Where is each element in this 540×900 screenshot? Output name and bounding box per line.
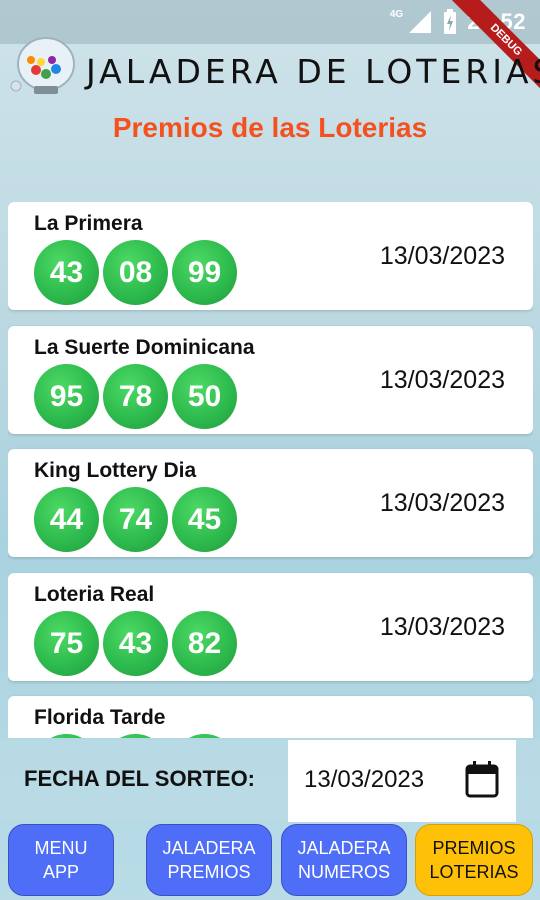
signal-icon <box>409 11 432 33</box>
app-title: JALADERA DE LOTERIAS <box>86 52 540 91</box>
button-label-line1: PREMIOS <box>432 838 516 858</box>
selected-date: 13/03/2023 <box>304 766 425 793</box>
number-ball: 95 <box>34 364 99 429</box>
number-ball: 43 <box>103 611 168 676</box>
number-ball: 99 <box>172 240 237 305</box>
menu-app-button[interactable]: MENU APP <box>8 824 114 896</box>
button-label-line2: APP <box>42 862 80 882</box>
result-card[interactable]: Florida Tarde <box>8 696 533 738</box>
number-ball: 44 <box>34 487 99 552</box>
result-card[interactable]: King Lottery Dia 44 74 45 13/03/2023 <box>8 449 533 557</box>
number-ball <box>172 734 237 738</box>
number-balls: 75 43 82 <box>34 611 237 676</box>
button-label-line1: MENU <box>34 838 88 858</box>
lottery-drum-logo <box>10 37 75 94</box>
result-card[interactable]: La Suerte Dominicana 95 78 50 13/03/2023 <box>8 326 533 434</box>
draw-date: 13/03/2023 <box>379 613 505 641</box>
button-label-line2: LOTERIAS <box>429 862 519 882</box>
jaladera-premios-button[interactable]: JALADERA PREMIOS <box>146 824 272 896</box>
section-title: Premios de las Loterias <box>112 112 428 143</box>
result-card[interactable]: La Primera 43 08 99 13/03/2023 <box>8 202 533 310</box>
battery-charging-icon <box>444 9 457 34</box>
results-list[interactable]: La Primera 43 08 99 13/03/2023 La Suerte… <box>8 202 533 738</box>
number-ball <box>103 734 168 738</box>
number-ball: 74 <box>103 487 168 552</box>
number-ball: 43 <box>34 240 99 305</box>
lottery-name: Loteria Real <box>34 583 155 606</box>
button-label-line1: JALADERA <box>297 838 391 858</box>
draw-date-selector: FECHA DEL SORTEO: 13/03/2023 <box>0 740 540 822</box>
number-ball <box>34 734 99 738</box>
number-ball: 82 <box>172 611 237 676</box>
number-balls: 95 78 50 <box>34 364 237 429</box>
result-card[interactable]: Loteria Real 75 43 82 13/03/2023 <box>8 573 533 681</box>
premios-loterias-button[interactable]: PREMIOS LOTERIAS <box>415 824 533 896</box>
lottery-name: King Lottery Dia <box>34 459 197 482</box>
draw-date-label: FECHA DEL SORTEO: <box>24 766 256 791</box>
number-ball: 78 <box>103 364 168 429</box>
draw-date: 13/03/2023 <box>379 366 505 394</box>
lottery-name: Florida Tarde <box>34 706 166 729</box>
lottery-name: La Suerte Dominicana <box>34 336 255 359</box>
draw-date: 13/03/2023 <box>379 242 505 270</box>
number-ball: 50 <box>172 364 237 429</box>
number-ball: 75 <box>34 611 99 676</box>
button-label-line1: JALADERA <box>162 838 256 858</box>
number-balls: 43 08 99 <box>34 240 237 305</box>
number-balls: 44 74 45 <box>34 487 237 552</box>
draw-date: 13/03/2023 <box>379 489 505 517</box>
number-balls <box>34 734 237 738</box>
number-ball: 08 <box>103 240 168 305</box>
button-label-line2: PREMIOS <box>167 862 251 882</box>
bottom-nav: MENU APP JALADERA PREMIOS JALADERA NUMEROS … <box>0 824 540 900</box>
date-picker-field[interactable]: 13/03/2023 <box>288 740 516 822</box>
calendar-icon[interactable] <box>464 760 500 800</box>
lottery-name: La Primera <box>34 212 143 235</box>
number-ball: 45 <box>172 487 237 552</box>
button-label-line2: NUMEROS <box>297 862 390 882</box>
jaladera-numeros-button[interactable]: JALADERA NUMEROS <box>281 824 407 896</box>
network-type-label: 4G <box>389 8 404 20</box>
